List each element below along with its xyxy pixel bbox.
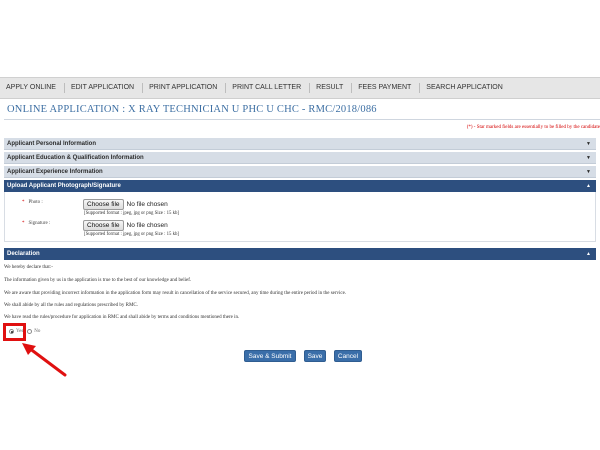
nav-edit-application[interactable]: EDIT APPLICATION	[71, 83, 144, 93]
required-fields-note: (*) - Star marked fields are essentially…	[466, 125, 600, 130]
section-education-info-label: Applicant Education & Qualification Info…	[7, 154, 144, 161]
signature-choose-file-button[interactable]: Choose file	[83, 220, 124, 231]
annotation-arrow-icon	[22, 343, 67, 377]
photo-file-status: No file chosen	[126, 201, 168, 208]
declaration-line-3: We shall abide by all the rules and regu…	[4, 303, 139, 308]
photo-choose-file-button[interactable]: Choose file	[83, 199, 124, 210]
chevron-down-icon: ▼	[586, 154, 591, 161]
nav-fees-payment[interactable]: FEES PAYMENT	[358, 83, 421, 93]
nav-search-application[interactable]: SEARCH APPLICATION	[426, 83, 511, 93]
declaration-line-2: We are aware that providing incorrect in…	[4, 291, 347, 296]
radio-no-label: No	[34, 329, 41, 334]
section-experience-info-label: Applicant Experience Information	[7, 168, 103, 175]
declaration-line-4: We have read the rules/procedure for app…	[4, 315, 240, 320]
section-personal-info[interactable]: Applicant Personal Information ▼	[4, 138, 596, 150]
nav-result[interactable]: RESULT	[316, 83, 353, 93]
chevron-down-icon: ▼	[586, 140, 591, 147]
chevron-down-icon: ▼	[586, 168, 591, 175]
section-upload-photo[interactable]: Upload Applicant Photograph/Signature ▲	[4, 180, 596, 192]
photo-label: * Photo :	[22, 200, 43, 205]
title-divider	[4, 119, 600, 120]
signature-file-status: No file chosen	[126, 222, 168, 229]
section-personal-info-label: Applicant Personal Information	[7, 140, 97, 147]
chevron-up-icon: ▲	[586, 251, 591, 257]
signature-label: * Signature :	[22, 221, 51, 226]
nav-print-application[interactable]: PRINT APPLICATION	[149, 83, 227, 93]
annotation-highlight-box	[3, 323, 26, 341]
required-star: *	[22, 221, 25, 226]
radio-no[interactable]	[27, 329, 33, 334]
required-star: *	[22, 200, 25, 205]
section-declaration-label: Declaration	[7, 251, 40, 257]
radio-option-no[interactable]: No	[27, 329, 40, 334]
nav-print-call-letter[interactable]: PRINT CALL LETTER	[232, 83, 311, 93]
signature-format-note: [Supported format : jpeg, jpg or png Siz…	[84, 232, 179, 237]
photo-file-input[interactable]: Choose file No file chosen	[83, 199, 168, 210]
cancel-button[interactable]: Cancel	[334, 350, 362, 362]
declaration-line-1: The information given by us in the appli…	[4, 278, 192, 283]
save-submit-button[interactable]: Save & Submit	[244, 350, 296, 362]
photo-format-note: [Supported format : jpeg, jpg or png Siz…	[84, 211, 179, 216]
signature-file-input[interactable]: Choose file No file chosen	[83, 220, 168, 231]
section-experience-info[interactable]: Applicant Experience Information ▼	[4, 166, 596, 178]
save-button[interactable]: Save	[304, 350, 326, 362]
declaration-intro: We hereby declare that:-	[4, 265, 53, 270]
main-nav: APPLY ONLINE EDIT APPLICATION PRINT APPL…	[0, 77, 600, 99]
page-title: ONLINE APPLICATION : X RAY TECHNICIAN U …	[7, 104, 377, 115]
upload-panel: * Photo : Choose file No file chosen [Sup…	[4, 192, 596, 242]
header-banner	[0, 0, 600, 77]
nav-apply-online[interactable]: APPLY ONLINE	[6, 83, 65, 93]
chevron-up-icon: ▲	[586, 183, 591, 189]
section-upload-photo-label: Upload Applicant Photograph/Signature	[7, 183, 121, 189]
section-education-info[interactable]: Applicant Education & Qualification Info…	[4, 152, 596, 164]
section-declaration[interactable]: Declaration ▲	[4, 248, 596, 260]
